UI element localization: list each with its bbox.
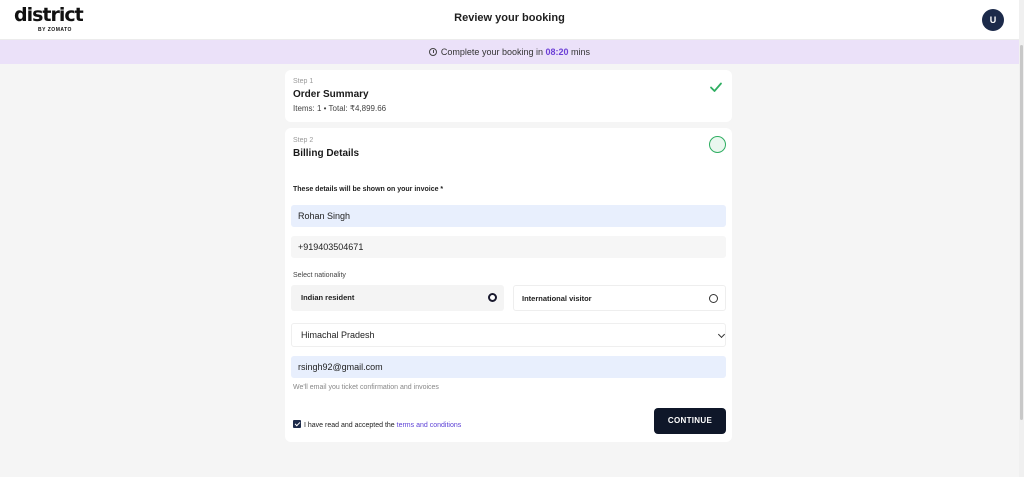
checkmark-icon [710,82,722,92]
timer-countdown: 08:20 [545,47,569,57]
stopwatch-icon [428,48,437,56]
scrollbar-thumb[interactable] [1020,45,1023,420]
user-avatar[interactable]: U [982,9,1004,31]
email-hint: We'll email you ticket confirmation and … [293,384,439,391]
terms-row: I have read and accepted the terms and c… [293,420,461,429]
step-label: Step 1 [293,78,314,85]
step-label: Step 2 [293,137,314,144]
state-select-value: Himachal Pradesh [301,330,375,340]
order-meta: Items: 1 • Total: ₹4,899.66 [293,104,387,113]
radio-selected-icon[interactable] [488,293,497,302]
step-title: Billing Details [293,148,360,159]
nationality-label: Select nationality [293,272,346,279]
step-progress-icon [709,136,726,153]
invoice-note: These details will be shown on your invo… [293,186,444,193]
full-name-input[interactable]: Rohan Singh [291,205,726,227]
page-title: Review your booking [454,12,565,24]
chevron-down-icon [717,330,726,339]
state-select[interactable]: Himachal Pradesh [291,323,726,347]
terms-link[interactable]: terms and conditions [397,422,462,429]
page-scrollbar[interactable] [1019,0,1024,477]
nationality-option-indian-resident[interactable]: Indian resident [291,285,504,311]
top-bar: district BY ZOMATO Review your booking U [0,0,1019,40]
radio-option-label: Indian resident [301,293,355,302]
nationality-option-international-visitor[interactable]: International visitor [513,285,726,311]
booking-timer-banner: Complete your booking in 08:20 mins [0,40,1019,64]
radio-option-label: International visitor [522,294,592,303]
continue-button[interactable]: CONTINUE [654,408,726,434]
step-order-summary[interactable]: Step 1 Order Summary Items: 1 • Total: ₹… [285,70,732,122]
timer-prefix: Complete your booking in [440,47,543,57]
step-billing-details: Step 2 Billing Details These details wil… [285,128,732,442]
timer-suffix: mins [571,47,591,57]
phone-input[interactable]: +919403504671 [291,236,726,258]
step-title: Order Summary [293,89,369,100]
logo-subtitle: BY ZOMATO [38,27,72,33]
terms-checkbox[interactable] [293,420,301,428]
radio-unselected-icon[interactable] [709,294,718,303]
terms-text: I have read and accepted the [304,422,395,429]
email-input[interactable]: rsingh92@gmail.com [291,356,726,378]
